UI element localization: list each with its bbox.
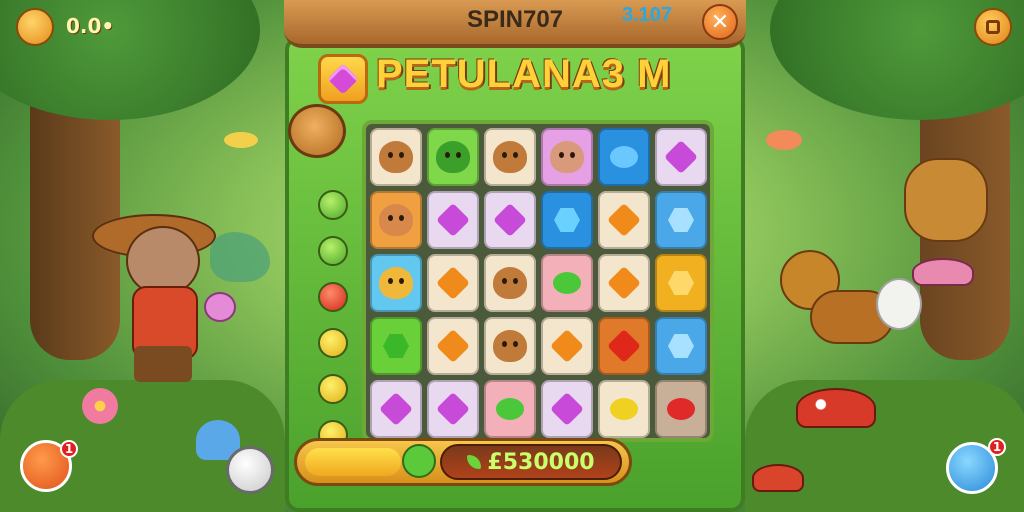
face-yellow-icon	[379, 267, 413, 299]
title-banner: PETULANA3 M	[318, 50, 706, 108]
board-tile[interactable]	[370, 317, 422, 375]
green-creature	[210, 232, 270, 282]
face-pink-icon	[550, 141, 584, 173]
stopwatch-button[interactable]	[226, 446, 274, 494]
small-mushroom	[752, 464, 804, 492]
green-orb	[318, 190, 348, 220]
face-brown-icon	[493, 267, 527, 299]
gem-orange-diamond-icon	[607, 203, 641, 237]
board-tile[interactable]	[541, 191, 593, 249]
board-tile[interactable]	[427, 128, 479, 186]
gem-yellow-round-icon	[610, 398, 638, 420]
gem-red-round-icon	[667, 398, 695, 420]
left-badge: 1	[60, 440, 78, 458]
yellow-bird	[224, 132, 258, 148]
gem-purple-diamond-icon	[664, 140, 698, 174]
pink-mushroom	[912, 258, 974, 286]
board-tile[interactable]	[541, 380, 593, 438]
game-name: SPIN707	[466, 6, 564, 33]
board-tile[interactable]	[655, 128, 707, 186]
board-tile[interactable]	[655, 191, 707, 249]
coin-counter: 0.0•	[66, 14, 115, 38]
green-orb	[318, 236, 348, 266]
board-tile[interactable]	[484, 191, 536, 249]
face-brown-icon	[493, 330, 527, 362]
score-display: 3.107	[622, 4, 673, 26]
gem-purple-diamond-icon	[436, 392, 470, 426]
board-tile[interactable]	[370, 191, 422, 249]
gem-orange-diamond-icon	[607, 266, 641, 300]
board-tile[interactable]	[541, 317, 593, 375]
board-tile[interactable]	[598, 380, 650, 438]
progress-fill	[305, 448, 401, 476]
board-tile[interactable]	[427, 254, 479, 312]
menu-icon	[986, 20, 1000, 34]
board-tile[interactable]	[427, 317, 479, 375]
board-tile[interactable]	[541, 254, 593, 312]
right-badge: 1	[988, 438, 1006, 456]
leaf-icon	[402, 444, 436, 478]
board-tile[interactable]	[484, 254, 536, 312]
gem-orange-diamond-icon	[436, 329, 470, 363]
gem-blue-tri-icon	[554, 208, 580, 232]
red-orb	[318, 282, 348, 312]
face-orange-icon	[379, 204, 413, 236]
board-tile[interactable]	[598, 128, 650, 186]
gem-purple-diamond-icon	[550, 392, 584, 426]
currency-counter: £530000	[440, 444, 622, 480]
board-tile[interactable]	[370, 380, 422, 438]
side-orb-track	[308, 150, 360, 450]
counter-value: £530000	[487, 449, 595, 475]
board-tile[interactable]	[427, 380, 479, 438]
gem-blue-round-icon	[610, 146, 638, 168]
banner-title: PETULANA3 M	[376, 52, 672, 96]
face-brown-icon	[493, 141, 527, 173]
bird	[766, 130, 802, 150]
gem-orange-diamond-icon	[436, 266, 470, 300]
leaf-mini-icon	[467, 455, 482, 469]
board-tile[interactable]	[598, 254, 650, 312]
close-button[interactable]: ✕	[702, 4, 738, 40]
fox-character	[904, 158, 988, 242]
gem-orange-diamond-icon	[550, 329, 584, 363]
coin-button[interactable]	[16, 8, 54, 46]
board-tile[interactable]	[655, 254, 707, 312]
gem-purple-diamond-icon	[379, 392, 413, 426]
gem-blue-hex-icon	[668, 208, 694, 232]
board-tile[interactable]	[541, 128, 593, 186]
board-tile[interactable]	[655, 380, 707, 438]
face-brown-icon	[379, 141, 413, 173]
gem-green-tri-icon	[383, 334, 409, 358]
menu-button[interactable]	[974, 8, 1012, 46]
red-mushroom	[796, 388, 876, 428]
board-tile[interactable]	[598, 191, 650, 249]
white-sack	[876, 278, 922, 330]
purple-gem-icon	[318, 54, 368, 104]
gem-green-round-icon	[496, 398, 524, 420]
board-tile[interactable]	[484, 128, 536, 186]
gem-purple-diamond-icon	[436, 203, 470, 237]
face-green-icon	[436, 141, 470, 173]
yellow-orb	[318, 374, 348, 404]
board-tile[interactable]	[484, 380, 536, 438]
yellow-orb	[318, 328, 348, 358]
board-tile[interactable]	[370, 254, 422, 312]
board-tile[interactable]	[655, 317, 707, 375]
board-tile[interactable]	[370, 128, 422, 186]
pink-blob	[204, 292, 236, 322]
gem-green-round-icon	[553, 272, 581, 294]
lion-character	[780, 250, 922, 360]
gem-red-diamond-icon	[607, 329, 641, 363]
pink-flower	[82, 388, 118, 424]
match-grid	[362, 120, 714, 442]
board-tile[interactable]	[484, 317, 536, 375]
board-tile[interactable]	[427, 191, 479, 249]
explorer-character	[92, 196, 236, 386]
board-tile[interactable]	[598, 317, 650, 375]
gem-purple-diamond-icon	[493, 203, 527, 237]
gem-blue-hex-icon	[668, 334, 694, 358]
explorer-legs	[134, 346, 192, 382]
gem-gold-hex-icon	[668, 271, 694, 295]
